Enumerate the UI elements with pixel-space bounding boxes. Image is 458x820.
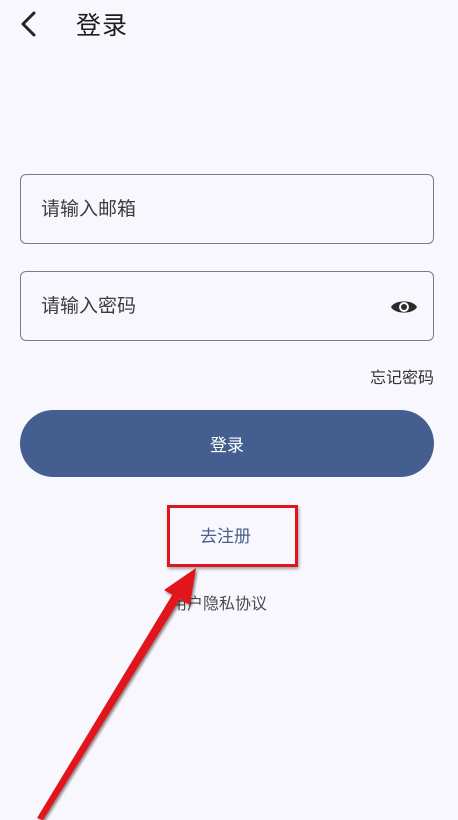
forgot-password-link[interactable]: 忘记密码 bbox=[370, 364, 434, 388]
email-field-container bbox=[20, 174, 434, 244]
page-title: 登录 bbox=[76, 11, 129, 40]
password-visibility-toggle[interactable] bbox=[389, 294, 419, 320]
annotation-highlight-box bbox=[167, 505, 298, 567]
password-field-container bbox=[20, 271, 434, 341]
email-input[interactable] bbox=[21, 175, 433, 243]
back-button[interactable] bbox=[14, 8, 44, 40]
eye-icon bbox=[391, 301, 417, 313]
login-button[interactable]: 登录 bbox=[20, 410, 434, 477]
login-screen: 登录 忘记密码 登录 去注册 用户隐私协议 bbox=[0, 0, 458, 820]
chevron-left-icon bbox=[21, 11, 36, 37]
privacy-policy-link[interactable]: 用户隐私协议 bbox=[171, 590, 267, 614]
header: 登录 bbox=[0, 0, 458, 48]
password-input[interactable] bbox=[21, 272, 433, 340]
